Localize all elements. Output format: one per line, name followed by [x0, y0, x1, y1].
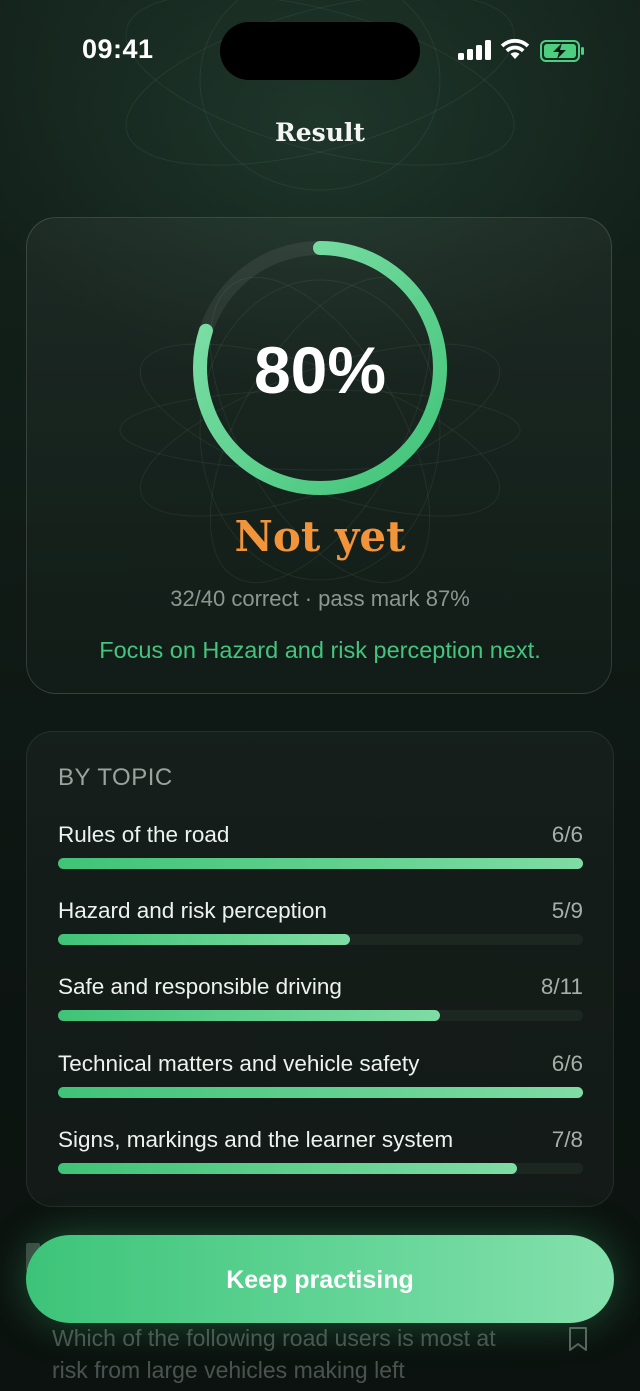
result-verdict: Not yet	[234, 512, 406, 561]
topic-progress-track	[58, 1087, 583, 1098]
topic-label: Signs, markings and the learner system	[58, 1127, 454, 1152]
topic-progress-fill	[58, 1163, 518, 1174]
topic-score: 8/11	[540, 974, 583, 999]
focus-advice: Focus on Hazard and risk perception next…	[99, 637, 541, 663]
topic-progress-track	[58, 858, 583, 869]
cellular-signal-icon	[458, 40, 491, 60]
topic-progress-track	[58, 1010, 583, 1021]
wifi-icon	[500, 38, 530, 59]
score-summary: 32/40 correct · pass mark 87%	[170, 586, 470, 611]
topic-score: 5/9	[551, 898, 583, 923]
topic-progress-fill	[58, 1010, 440, 1021]
topic-row: Safe and responsible driving 8/11	[58, 974, 583, 1034]
score-percent: 80%	[253, 333, 387, 407]
topic-score: 6/6	[551, 822, 583, 847]
topic-progress-fill	[58, 858, 583, 869]
battery-charging-icon	[540, 40, 584, 62]
topic-progress-fill	[58, 934, 350, 945]
topic-row: Rules of the road 6/6	[58, 822, 583, 882]
page-title: Result	[275, 118, 365, 147]
topic-score: 7/8	[551, 1127, 583, 1152]
topic-progress-track	[58, 934, 583, 945]
keep-practising-button[interactable]: Keep practising	[26, 1235, 614, 1323]
topic-score: 6/6	[551, 1051, 583, 1076]
topic-label: Hazard and risk perception	[58, 898, 327, 923]
topic-label: Technical matters and vehicle safety	[58, 1051, 420, 1076]
topic-row: Technical matters and vehicle safety 6/6	[58, 1051, 583, 1111]
topic-heading: BY TOPIC	[58, 764, 173, 791]
topic-row: Hazard and risk perception 5/9	[58, 898, 583, 958]
topic-progress-track	[58, 1163, 583, 1174]
bookmark-icon[interactable]	[568, 1326, 588, 1352]
dynamic-island	[220, 22, 420, 80]
review-question-text[interactable]: Which of the following road users is mos…	[52, 1322, 532, 1386]
status-bar: 09:41	[0, 0, 640, 100]
topic-progress-fill	[58, 1087, 583, 1098]
topic-label: Safe and responsible driving	[58, 974, 342, 999]
topic-row: Signs, markings and the learner system 7…	[58, 1127, 583, 1187]
status-time: 09:41	[82, 34, 154, 64]
topic-label: Rules of the road	[58, 822, 230, 847]
